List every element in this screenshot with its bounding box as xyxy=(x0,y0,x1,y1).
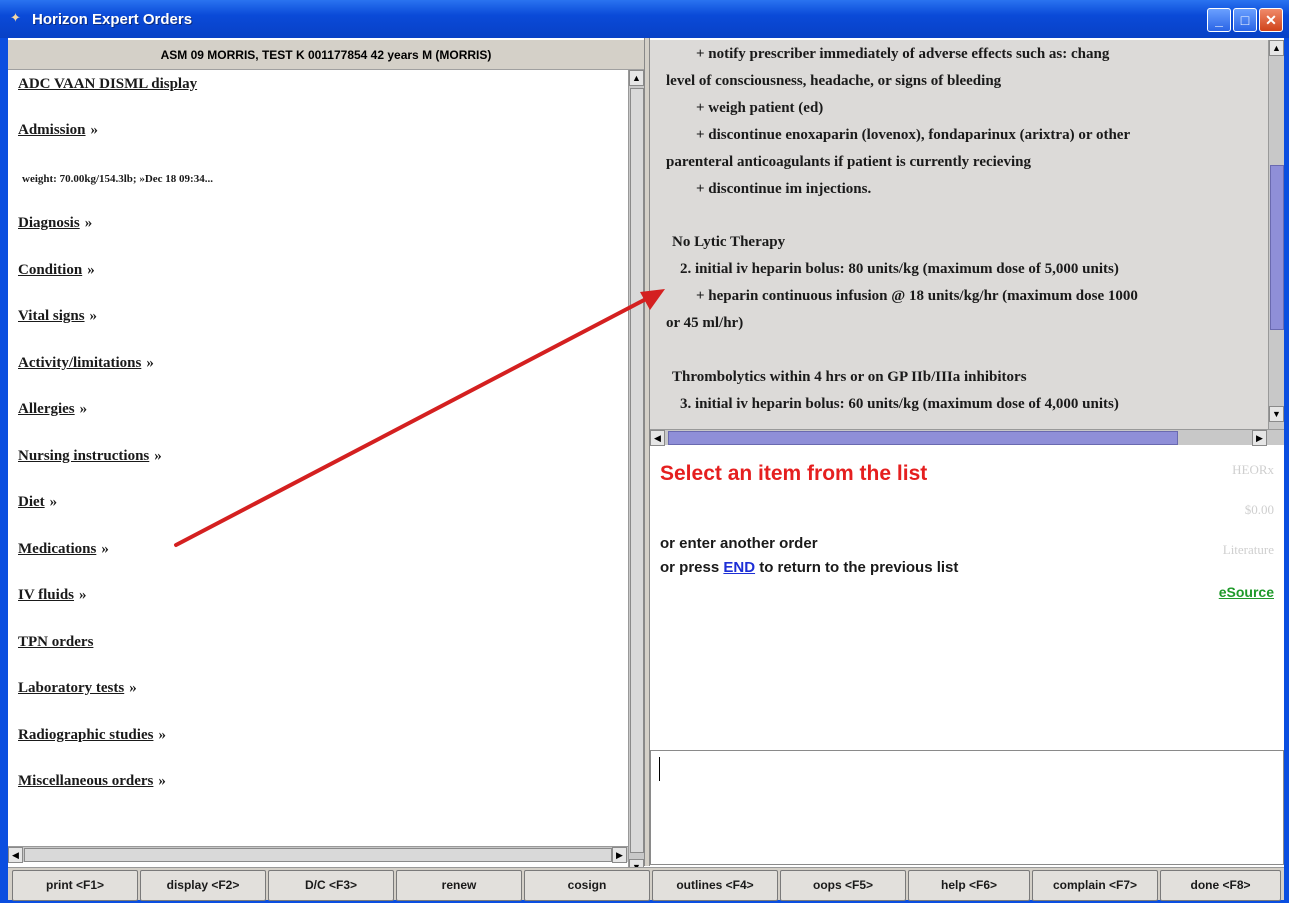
close-button[interactable]: ✕ xyxy=(1259,8,1283,32)
menu-item-activity-limitations[interactable]: Activity/limitations» xyxy=(18,355,154,372)
price-label: $0.00 xyxy=(1244,502,1274,517)
right-horizontal-scroll-thumb[interactable] xyxy=(668,431,1178,445)
menu-item-miscellaneous-orders[interactable]: Miscellaneous orders» xyxy=(18,773,166,790)
menu-item-tpn-orders[interactable]: TPN orders xyxy=(18,634,93,651)
detail-heading: No Lytic Therapy xyxy=(672,234,786,250)
title-bar[interactable]: ✦ Horizon Expert Orders _ □ ✕ xyxy=(0,0,1289,38)
text-caret xyxy=(659,757,660,781)
detail-line: + discontinue im injections. xyxy=(696,181,872,197)
chevron-right-icon: » xyxy=(158,773,166,789)
menu-item-medications[interactable]: Medications» xyxy=(18,541,109,558)
left-horizontal-scrollbar[interactable]: ◀ ▶ xyxy=(8,846,628,863)
patient-header: ASM 09 MORRIS, TEST K 001177854 42 years… xyxy=(8,40,644,70)
detail-line: + discontinue enoxaparin (lovenox), fond… xyxy=(696,127,1131,143)
order-detail-text: + notify prescriber immediately of adver… xyxy=(650,40,1268,430)
chevron-right-icon: » xyxy=(101,541,109,557)
menu-item-nursing-instructions[interactable]: Nursing instructions» xyxy=(18,448,162,465)
chevron-right-icon: » xyxy=(79,401,88,417)
menu-item-allergies[interactable]: Allergies» xyxy=(18,401,87,418)
order-entry-field[interactable] xyxy=(650,750,1284,865)
detail-line: 2. initial iv heparin bolus: 80 units/kg… xyxy=(680,261,1119,277)
renew-button[interactable]: renew xyxy=(396,870,522,901)
menu-item-vital-signs[interactable]: Vital signs» xyxy=(18,308,97,325)
minimize-button[interactable]: _ xyxy=(1207,8,1231,32)
detail-line: or 45 ml/hr) xyxy=(666,315,744,331)
chevron-right-icon: » xyxy=(79,587,87,603)
scroll-up-icon[interactable]: ▲ xyxy=(1269,40,1284,56)
cosign-button[interactable]: cosign xyxy=(524,870,650,901)
app-window: ✦ Horizon Expert Orders _ □ ✕ ASM 09 MOR… xyxy=(0,0,1289,903)
right-vertical-scroll-thumb[interactable] xyxy=(1270,165,1284,330)
esource-link[interactable]: eSource xyxy=(1219,584,1274,600)
detail-line: + notify prescriber immediately of adver… xyxy=(696,46,1110,62)
chevron-right-icon: » xyxy=(84,215,93,231)
menu-item-radiographic-studies[interactable]: Radiographic studies» xyxy=(18,727,166,744)
help-button[interactable]: help <F6> xyxy=(908,870,1030,901)
chevron-right-icon: » xyxy=(146,355,154,371)
app-icon: ✦ xyxy=(10,10,21,25)
menu-item-condition[interactable]: Condition» xyxy=(18,262,95,279)
hint-press-end: or press END to return to the previous l… xyxy=(660,559,959,576)
menu-item-adc-display[interactable]: ADC VAAN DISML display xyxy=(18,76,197,93)
menu-item-iv-fluids[interactable]: IV fluids» xyxy=(18,587,87,604)
right-horizontal-scrollbar[interactable]: ◀ ▶ xyxy=(650,429,1284,446)
scroll-right-icon[interactable]: ▶ xyxy=(1252,430,1267,446)
client-area: ASM 09 MORRIS, TEST K 001177854 42 years… xyxy=(8,38,1284,901)
print-button[interactable]: print <F1> xyxy=(12,870,138,901)
chevron-right-icon: » xyxy=(89,308,98,324)
chevron-right-icon: » xyxy=(87,262,95,278)
dc-button[interactable]: D/C <F3> xyxy=(268,870,394,901)
menu-item-laboratory-tests[interactable]: Laboratory tests» xyxy=(18,680,137,697)
menu-item-admission[interactable]: Admission» xyxy=(18,122,98,139)
chevron-right-icon: » xyxy=(90,122,99,138)
menu-item-diagnosis[interactable]: Diagnosis» xyxy=(18,215,92,232)
outlines-button[interactable]: outlines <F4> xyxy=(652,870,778,901)
end-link[interactable]: END xyxy=(723,559,755,576)
detail-line: 3. initial iv heparin bolus: 60 units/kg… xyxy=(680,396,1119,412)
hint-enter-order: or enter another order xyxy=(660,535,818,552)
complain-button[interactable]: complain <F7> xyxy=(1032,870,1158,901)
window-title: Horizon Expert Orders xyxy=(32,11,193,28)
chevron-right-icon: » xyxy=(158,727,166,743)
detail-line: parenteral anticoagulants if patient is … xyxy=(666,154,1031,170)
scroll-left-icon[interactable]: ◀ xyxy=(650,430,665,446)
left-vertical-scroll-thumb[interactable] xyxy=(630,88,644,853)
right-vertical-scrollbar[interactable]: ▲ ▼ xyxy=(1268,40,1284,430)
chevron-right-icon: » xyxy=(129,680,137,696)
selection-panel: Select an item from the list HEORx $0.00… xyxy=(650,446,1284,746)
scroll-right-icon[interactable]: ▶ xyxy=(612,847,627,863)
oops-button[interactable]: oops <F5> xyxy=(780,870,906,901)
detail-heading: Thrombolytics within 4 hrs or on GP IIb/… xyxy=(672,369,1027,385)
function-key-bar: print <F1> display <F2> D/C <F3> renew c… xyxy=(8,867,1284,901)
heorx-link[interactable]: HEORx xyxy=(1232,462,1274,478)
literature-link[interactable]: Literature xyxy=(1223,542,1274,558)
detail-line: level of consciousness, headache, or sig… xyxy=(666,73,1002,89)
menu-item-diet[interactable]: Diet» xyxy=(18,494,57,511)
chevron-right-icon: » xyxy=(49,494,58,510)
scroll-down-icon[interactable]: ▼ xyxy=(1269,406,1284,422)
detail-line: + weigh patient (ed) xyxy=(696,100,824,116)
scroll-left-icon[interactable]: ◀ xyxy=(8,847,23,863)
chevron-right-icon: » xyxy=(154,448,162,464)
left-vertical-scrollbar[interactable]: ▲ ▼ xyxy=(628,70,644,875)
display-button[interactable]: display <F2> xyxy=(140,870,266,901)
select-item-prompt: Select an item from the list xyxy=(660,462,928,485)
detail-line: + heparin continuous infusion @ 18 units… xyxy=(696,288,1138,304)
left-horizontal-scroll-thumb[interactable] xyxy=(24,848,612,862)
done-button[interactable]: done <F8> xyxy=(1160,870,1281,901)
maximize-button[interactable]: □ xyxy=(1233,8,1257,32)
scroll-up-icon[interactable]: ▲ xyxy=(629,70,644,86)
menu-item-weight[interactable]: weight: 70.00kg/154.3lb; »Dec 18 09:34..… xyxy=(22,173,213,185)
order-category-list: ADC VAAN DISML display Admission» weight… xyxy=(8,70,628,845)
